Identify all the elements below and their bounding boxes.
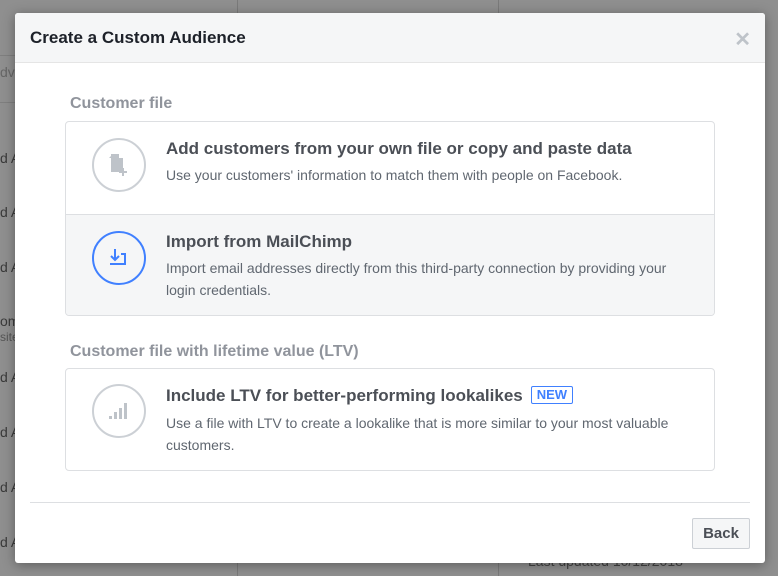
option-description: Import email addresses directly from thi… bbox=[166, 260, 667, 298]
dialog-title: Create a Custom Audience bbox=[30, 28, 246, 47]
footer-divider bbox=[30, 502, 750, 503]
option-card: Include LTV for better-performing lookal… bbox=[65, 368, 715, 471]
option-title: Add customers from your own file or copy… bbox=[166, 139, 632, 158]
file-add-icon bbox=[92, 138, 146, 192]
new-badge: NEW bbox=[530, 386, 574, 404]
close-icon[interactable]: ✕ bbox=[734, 27, 751, 52]
dialog-header: Create a Custom Audience ✕ bbox=[15, 13, 765, 63]
section-heading: Customer file with lifetime value (LTV) bbox=[70, 343, 359, 360]
bar-chart-icon bbox=[92, 384, 146, 438]
option-title-text: Include LTV for better-performing lookal… bbox=[166, 386, 523, 405]
option-title: Include LTV for better-performing lookal… bbox=[166, 386, 574, 406]
import-icon bbox=[92, 231, 146, 285]
option-import-mailchimp[interactable]: Import from MailChimp Import email addre… bbox=[66, 214, 714, 315]
option-description: Use your customers' information to match… bbox=[166, 167, 623, 183]
bg-text: dv bbox=[0, 64, 15, 80]
option-title: Import from MailChimp bbox=[166, 232, 353, 251]
section-heading: Customer file bbox=[70, 95, 173, 112]
create-custom-audience-dialog: Create a Custom Audience ✕ Customer file… bbox=[15, 13, 765, 563]
option-include-ltv[interactable]: Include LTV for better-performing lookal… bbox=[66, 369, 714, 470]
option-card: Add customers from your own file or copy… bbox=[65, 121, 715, 316]
option-description: Use a file with LTV to create a lookalik… bbox=[166, 415, 669, 453]
back-button[interactable]: Back bbox=[692, 518, 750, 549]
option-add-customers-file[interactable]: Add customers from your own file or copy… bbox=[66, 122, 714, 214]
